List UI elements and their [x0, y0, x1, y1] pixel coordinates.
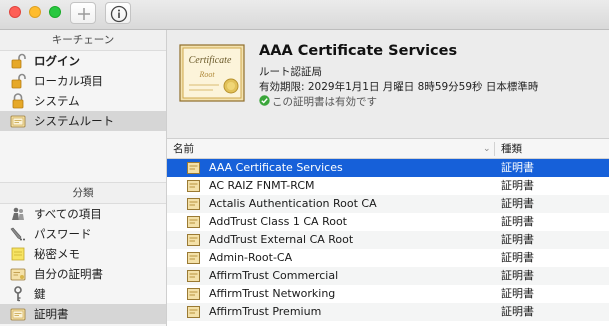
certificate-validity: この証明書は有効です: [259, 94, 377, 109]
table-row[interactable]: AAA Certificate Services 証明書: [167, 159, 609, 177]
row-name: AffirmTrust Networking: [209, 287, 336, 300]
table-row[interactable]: AffirmTrust Networking 証明書: [167, 285, 609, 303]
certificate-icon: [187, 234, 200, 246]
certificate-title: AAA Certificate Services: [259, 43, 458, 59]
certificate-icon: [187, 306, 200, 318]
add-item-button[interactable]: [70, 2, 96, 24]
sidebar-item-all-items[interactable]: すべての項目: [0, 204, 166, 224]
sidebar-item-label: 自分の証明書: [34, 267, 103, 281]
sidebar-item-label: ログイン: [34, 54, 80, 68]
sidebar-item-keys[interactable]: 鍵: [0, 284, 166, 304]
toolbar: [0, 0, 609, 30]
sidebar-item-label: 秘密メモ: [34, 247, 80, 261]
lock-open-icon: [11, 53, 26, 69]
row-kind: 証明書: [501, 269, 534, 282]
pencil-icon: [10, 227, 25, 241]
sidebar-item-label: パスワード: [34, 227, 92, 241]
certificate-table: 名前 ⌄ 種類 AAA Certificate Services 証明書 AC …: [167, 139, 609, 326]
certificate-icon: [187, 216, 200, 228]
row-name: AddTrust Class 1 CA Root: [209, 215, 347, 228]
sidebar-item-passwords[interactable]: パスワード: [0, 224, 166, 244]
validity-text: この証明書は有効です: [272, 96, 377, 108]
row-name: AddTrust External CA Root: [209, 233, 354, 246]
row-name: AC RAIZ FNMT-RCM: [209, 179, 315, 192]
certificate-folder-icon: [10, 115, 26, 128]
certificate-large-icon: Certificate Root: [179, 44, 245, 102]
cert-image-text: Certificate: [189, 55, 232, 66]
keychains-heading: キーチェーン: [0, 30, 166, 51]
table-row[interactable]: AddTrust Class 1 CA Root 証明書: [167, 213, 609, 231]
row-kind: 証明書: [501, 197, 534, 210]
cert-image-subtext: Root: [198, 70, 215, 79]
row-kind: 証明書: [501, 215, 534, 228]
row-kind: 証明書: [501, 251, 534, 264]
minimize-window-button[interactable]: [29, 6, 41, 18]
certificate-icon: [187, 162, 200, 174]
sidebar-item-system[interactable]: システム: [0, 91, 166, 111]
key-icon: [14, 286, 22, 302]
table-row[interactable]: Actalis Authentication Root CA 証明書: [167, 195, 609, 213]
sidebar-item-local-items[interactable]: ローカル項目: [0, 71, 166, 91]
table-row[interactable]: Admin-Root-CA 証明書: [167, 249, 609, 267]
sidebar-item-secure-notes[interactable]: 秘密メモ: [0, 244, 166, 264]
certificate-icon: [187, 198, 200, 210]
row-name: AffirmTrust Commercial: [209, 269, 339, 282]
sidebar-item-label: すべての項目: [34, 207, 102, 221]
table-row[interactable]: AffirmTrust Commercial 証明書: [167, 267, 609, 285]
category-heading: 分類: [0, 183, 166, 204]
category-section: 分類 すべての項目 パスワード 秘密メモ 自分の証明書 鍵 証明書: [0, 182, 166, 324]
row-kind: 証明書: [501, 179, 534, 192]
table-row[interactable]: AddTrust External CA Root 証明書: [167, 231, 609, 249]
sidebar-item-label: ローカル項目: [34, 74, 103, 88]
row-kind: 証明書: [501, 161, 534, 174]
sidebar-item-login[interactable]: ログイン: [0, 51, 166, 71]
row-name: AAA Certificate Services: [209, 161, 343, 174]
lock-open-icon: [11, 73, 26, 89]
zoom-window-button[interactable]: [49, 6, 61, 18]
table-row[interactable]: AffirmTrust Premium 証明書: [167, 303, 609, 321]
certificate-icon: [10, 308, 26, 321]
row-name: Admin-Root-CA: [209, 251, 293, 264]
certificate-type: ルート認証局: [259, 66, 322, 78]
row-name: AffirmTrust Premium: [209, 305, 322, 318]
row-kind: 証明書: [501, 233, 534, 246]
note-icon: [11, 247, 25, 261]
column-divider[interactable]: [494, 142, 495, 156]
lock-icon: [12, 93, 24, 109]
table-row[interactable]: AC RAIZ FNMT-RCM 証明書: [167, 177, 609, 195]
close-window-button[interactable]: [9, 6, 21, 18]
sidebar-item-label: システム: [34, 94, 80, 108]
certificate-expiration: 有効期限: 2029年1月1日 月曜日 8時59分59秒 日本標準時: [259, 81, 539, 93]
checkmark-icon: [259, 95, 270, 106]
info-icon: [110, 5, 128, 23]
row-kind: 証明書: [501, 305, 534, 318]
certificate-detail-header: Certificate Root AAA Certificate Service…: [167, 30, 609, 139]
table-header: 名前 ⌄ 種類: [167, 139, 609, 159]
sidebar-item-system-roots[interactable]: システムルート: [0, 111, 166, 131]
certificate-icon: [187, 288, 200, 300]
info-button[interactable]: [105, 2, 131, 24]
certificate-icon: [187, 252, 200, 264]
certificate-icon: [187, 180, 200, 192]
sidebar-item-label: 鍵: [34, 287, 46, 301]
my-certificate-icon: [10, 268, 26, 281]
column-header-name[interactable]: 名前: [173, 139, 194, 159]
sidebar-item-my-certificates[interactable]: 自分の証明書: [0, 264, 166, 284]
plus-icon: [78, 8, 90, 20]
row-name: Actalis Authentication Root CA: [209, 197, 377, 210]
column-header-kind[interactable]: 種類: [501, 139, 522, 159]
sort-chevron-icon[interactable]: ⌄: [483, 139, 491, 159]
sidebar: キーチェーン ログイン ローカル項目 システム システムルート 分類 すべての項…: [0, 30, 167, 326]
sidebar-item-label: システムルート: [34, 114, 115, 128]
certificate-icon: [187, 270, 200, 282]
people-icon: [12, 207, 24, 220]
sidebar-item-label: 証明書: [34, 307, 69, 321]
sidebar-item-certificates[interactable]: 証明書: [0, 304, 166, 324]
row-kind: 証明書: [501, 287, 534, 300]
